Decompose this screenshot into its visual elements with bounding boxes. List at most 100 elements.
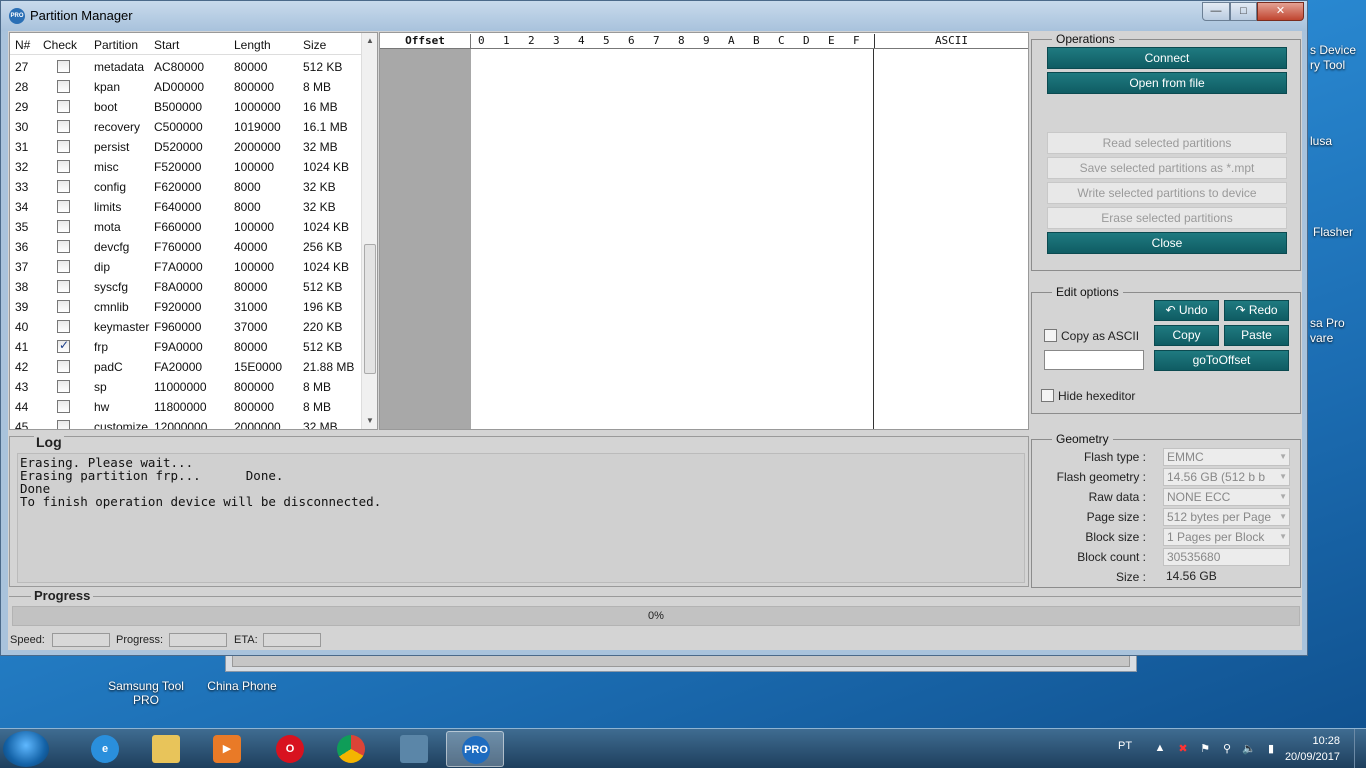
usb-icon[interactable]: ⚲ <box>1220 742 1234 756</box>
scroll-thumb[interactable] <box>364 244 376 374</box>
network-icon[interactable]: ✖ <box>1176 742 1190 756</box>
title-bar[interactable]: PRO Partition Manager — □ ✕ <box>1 1 1307 31</box>
maximize-button[interactable]: □ <box>1230 2 1257 21</box>
table-row[interactable]: 44 hw 11800000 800000 8 MB <box>10 397 362 417</box>
table-row[interactable]: 32 misc F520000 100000 1024 KB <box>10 157 362 177</box>
start-button[interactable] <box>3 731 49 767</box>
undo-button[interactable]: ↶ Undo <box>1154 300 1219 321</box>
signal-icon[interactable]: ▮ <box>1264 742 1278 756</box>
log-text[interactable]: Erasing. Please wait... Erasing partitio… <box>17 453 1025 583</box>
hide-hex-checkbox[interactable] <box>1041 389 1054 402</box>
partition-checkbox[interactable] <box>57 260 70 273</box>
desktop-icon-samsung-tool[interactable]: Samsung Tool PRO <box>100 655 192 707</box>
save-partitions-button[interactable]: Save selected partitions as *.mpt <box>1047 157 1287 179</box>
partition-checkbox[interactable] <box>57 380 70 393</box>
taskbar-media[interactable]: ▶ <box>198 731 256 767</box>
clock-time[interactable]: 10:28 <box>1312 735 1340 747</box>
desktop-label-sa-pro[interactable]: sa Pro <box>1310 316 1345 330</box>
taskbar-samsung-tool[interactable]: PRO <box>446 731 504 767</box>
partition-checkbox[interactable] <box>57 100 70 113</box>
table-row[interactable]: 40 keymaster F960000 37000 220 KB <box>10 317 362 337</box>
col-size[interactable]: Size <box>303 38 326 52</box>
table-row[interactable]: 42 padC FA20000 15E0000 21.88 MB <box>10 357 362 377</box>
taskbar-opera[interactable]: O <box>261 731 319 767</box>
col-check[interactable]: Check <box>43 38 77 52</box>
tray-expand-icon[interactable]: ▲ <box>1153 742 1167 756</box>
table-row[interactable]: 37 dip F7A0000 100000 1024 KB <box>10 257 362 277</box>
desktop-label-device-tool-1[interactable]: s Device <box>1310 43 1356 57</box>
hex-editor[interactable]: Offset 0123456789ABCDEF ASCII <box>379 32 1029 430</box>
desktop-label-flasher[interactable]: Flasher <box>1313 225 1353 239</box>
partition-checkbox[interactable] <box>57 240 70 253</box>
table-row[interactable]: 28 kpan AD00000 800000 8 MB <box>10 77 362 97</box>
partition-checkbox[interactable] <box>57 360 70 373</box>
table-row[interactable]: 27 metadata AC80000 80000 512 KB <box>10 57 362 77</box>
table-row[interactable]: 36 devcfg F760000 40000 256 KB <box>10 237 362 257</box>
scroll-up-icon[interactable]: ▲ <box>362 33 377 49</box>
partition-checkbox[interactable] <box>57 200 70 213</box>
read-partitions-button[interactable]: Read selected partitions <box>1047 132 1287 154</box>
copy-button[interactable]: Copy <box>1154 325 1219 346</box>
redo-button[interactable]: ↷ Redo <box>1224 300 1289 321</box>
partition-checkbox[interactable] <box>57 60 70 73</box>
clock-date[interactable]: 20/09/2017 <box>1285 751 1340 763</box>
copy-ascii-checkbox[interactable] <box>1044 329 1057 342</box>
desktop-label-device-tool-2[interactable]: ry Tool <box>1310 58 1345 72</box>
table-row[interactable]: 39 cmnlib F920000 31000 196 KB <box>10 297 362 317</box>
desktop-label-lusa[interactable]: lusa <box>1310 134 1332 148</box>
table-row[interactable]: 45 customize 12000000 2000000 32 MB <box>10 417 362 429</box>
geometry-select[interactable]: EMMC ▼ <box>1163 448 1290 466</box>
table-row[interactable]: 43 sp 11000000 800000 8 MB <box>10 377 362 397</box>
col-start[interactable]: Start <box>154 38 179 52</box>
col-length[interactable]: Length <box>234 38 271 52</box>
col-n[interactable]: N# <box>15 38 30 52</box>
geometry-select[interactable]: 512 bytes per Page ▼ <box>1163 508 1290 526</box>
volume-icon[interactable]: 🔈 <box>1242 742 1256 756</box>
geometry-select[interactable]: 14.56 GB (512 b b ▼ <box>1163 468 1290 486</box>
action-center-icon[interactable]: ⚑ <box>1198 742 1212 756</box>
chevron-down-icon: ▼ <box>1279 472 1287 481</box>
partition-checkbox[interactable] <box>57 420 70 429</box>
close-button[interactable]: Close <box>1047 232 1287 254</box>
close-window-button[interactable]: ✕ <box>1257 2 1304 21</box>
partition-checkbox[interactable] <box>57 160 70 173</box>
partition-checkbox[interactable] <box>57 300 70 313</box>
geometry-select[interactable]: 1 Pages per Block ▼ <box>1163 528 1290 546</box>
partition-scrollbar[interactable]: ▲ ▼ <box>361 33 377 429</box>
desktop-label-vare[interactable]: vare <box>1310 331 1333 345</box>
partition-checkbox[interactable] <box>57 400 70 413</box>
partition-checkbox[interactable] <box>57 140 70 153</box>
table-row[interactable]: 38 syscfg F8A0000 80000 512 KB <box>10 277 362 297</box>
partition-checkbox[interactable] <box>57 80 70 93</box>
erase-partitions-button[interactable]: Erase selected partitions <box>1047 207 1287 229</box>
table-row[interactable]: 34 limits F640000 8000 32 KB <box>10 197 362 217</box>
geometry-select[interactable]: NONE ECC ▼ <box>1163 488 1290 506</box>
table-row[interactable]: 30 recovery C500000 1019000 16.1 MB <box>10 117 362 137</box>
connect-button[interactable]: Connect <box>1047 47 1287 69</box>
table-row[interactable]: 35 mota F660000 100000 1024 KB <box>10 217 362 237</box>
partition-checkbox[interactable] <box>57 338 70 353</box>
table-row[interactable]: 41 frp F9A0000 80000 512 KB <box>10 337 362 357</box>
goto-offset-button[interactable]: goToOffset <box>1154 350 1289 371</box>
table-row[interactable]: 33 config F620000 8000 32 KB <box>10 177 362 197</box>
partition-checkbox[interactable] <box>57 120 70 133</box>
scroll-down-icon[interactable]: ▼ <box>362 413 377 429</box>
partition-checkbox[interactable] <box>57 280 70 293</box>
offset-input[interactable] <box>1044 350 1144 370</box>
partition-checkbox[interactable] <box>57 180 70 193</box>
taskbar-explorer[interactable] <box>137 731 195 767</box>
table-row[interactable]: 31 persist D520000 2000000 32 MB <box>10 137 362 157</box>
open-file-button[interactable]: Open from file <box>1047 72 1287 94</box>
taskbar-ie[interactable]: e <box>76 731 134 767</box>
table-row[interactable]: 29 boot B500000 1000000 16 MB <box>10 97 362 117</box>
minimize-button[interactable]: — <box>1202 2 1230 21</box>
partition-checkbox[interactable] <box>57 220 70 233</box>
col-partition[interactable]: Partition <box>94 38 138 52</box>
partition-checkbox[interactable] <box>57 320 70 333</box>
show-desktop-button[interactable] <box>1354 729 1366 768</box>
taskbar-photo[interactable] <box>385 731 443 767</box>
taskbar-chrome[interactable] <box>322 731 380 767</box>
paste-button[interactable]: Paste <box>1224 325 1289 346</box>
language-indicator[interactable]: PT <box>1118 740 1132 752</box>
write-partitions-button[interactable]: Write selected partitions to device <box>1047 182 1287 204</box>
